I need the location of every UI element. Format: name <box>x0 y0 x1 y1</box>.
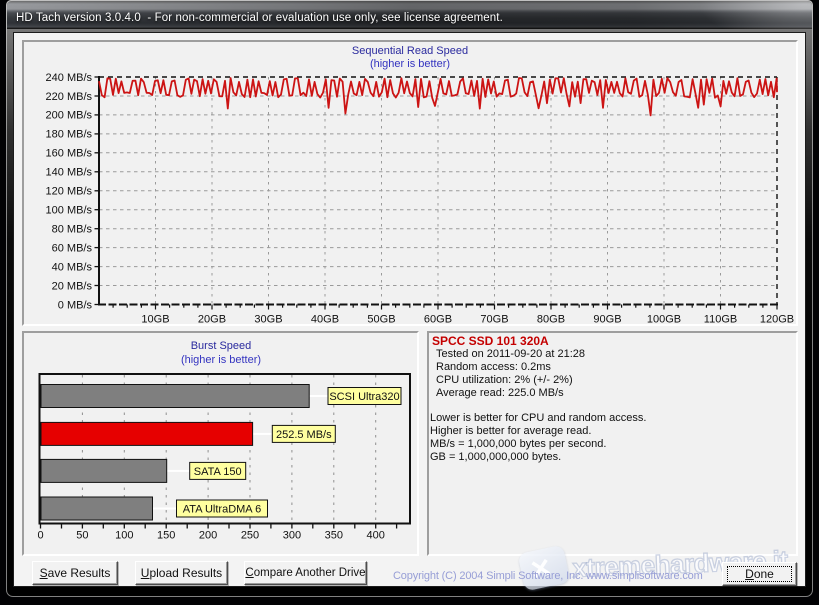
svg-text:50: 50 <box>76 530 88 542</box>
svg-text:250: 250 <box>241 530 259 542</box>
svg-text:150: 150 <box>157 530 175 542</box>
svg-text:400: 400 <box>367 530 385 542</box>
svg-text:SATA 150: SATA 150 <box>194 466 242 478</box>
svg-text:0: 0 <box>37 530 43 542</box>
svg-text:ATA UltraDMA 6: ATA UltraDMA 6 <box>183 504 261 516</box>
svg-text:100: 100 <box>115 530 133 542</box>
svg-text:350: 350 <box>325 530 343 542</box>
svg-text:300: 300 <box>283 530 301 542</box>
svg-text:252.5 MB/s: 252.5 MB/s <box>276 429 332 441</box>
svg-text:SCSI Ultra320: SCSI Ultra320 <box>329 391 399 403</box>
svg-text:200: 200 <box>199 530 217 542</box>
